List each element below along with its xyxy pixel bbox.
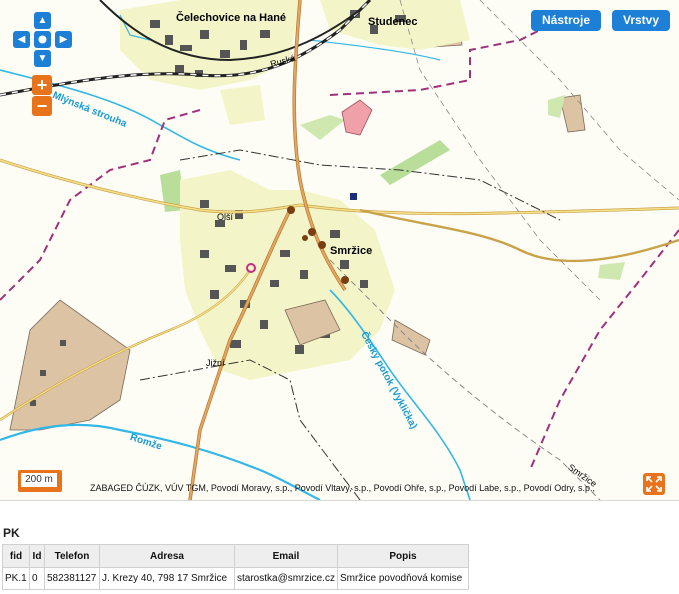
label-olsi: Olší [217,212,234,222]
cell-telefon: 582381127 [44,567,100,590]
cell-email: starostka@smrzice.cz [234,567,338,590]
fullscreen-button[interactable] [643,473,665,495]
cell-id: 0 [29,567,45,590]
zoom-out-button[interactable]: − [32,96,52,116]
table-row[interactable]: PK.1 0 582381127 J. Krezy 40, 798 17 Smr… [2,567,469,590]
pan-down-icon[interactable]: ▼ [34,50,51,67]
cell-fid: PK.1 [2,567,30,590]
station-marker-icon [350,193,357,200]
fullscreen-icon [646,476,662,492]
col-fid: fid [2,544,30,568]
tools-button[interactable]: Nástroje [531,10,601,31]
label-smrzice: Smržice [330,245,373,257]
label-studenec: Studenec [368,16,418,28]
col-id: Id [29,544,45,568]
feature-table: fid Id Telefon Adresa Email Popis PK.1 0… [2,544,469,590]
center-icon [38,35,47,44]
col-popis: Popis [336,544,469,568]
cell-adresa: J. Krezy 40, 798 17 Smržice [99,567,235,590]
pan-right-icon[interactable]: ▶ [55,31,72,48]
map-attribution: ZABAGED ČÚZK, VÚV TGM, Povodí Moravy, s.… [90,483,596,493]
zoom-in-button[interactable]: + [32,75,52,95]
scale-bar: 200 m [18,470,62,492]
col-email: Email [234,544,338,568]
scale-label: 200 m [21,473,57,487]
col-telefon: Telefon [44,544,100,568]
layers-button[interactable]: Vrstvy [612,10,670,31]
label-celechovice: Čelechovice na Hané [176,12,287,24]
col-adresa: Adresa [99,544,235,568]
map-view[interactable]: Čelechovice na Hané Studenec Ruská Mlýns… [0,0,679,501]
pan-left-icon[interactable]: ◀ [13,31,30,48]
pan-up-icon[interactable]: ▲ [34,12,51,29]
cell-popis: Smržice povodňová komise [336,567,469,590]
panel-title: PK [3,526,20,540]
table-header-row: fid Id Telefon Adresa Email Popis [2,544,469,568]
pan-center-button[interactable] [34,31,51,48]
label-jizni: Jižní [206,358,225,368]
pan-control: ▲ ◀ ▶ ▼ [13,12,72,68]
